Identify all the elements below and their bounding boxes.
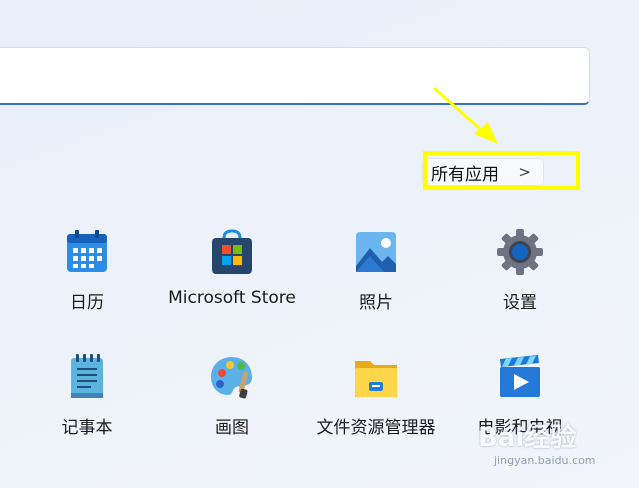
app-label: Microsoft Store [168,288,296,308]
baidu-jingyan-watermark: Bai经验 jingyan.baidu.com [478,417,596,467]
video-play-icon [500,355,540,397]
highlight-box [423,151,580,190]
notepad-icon [71,354,103,398]
paint-palette-icon [211,357,252,399]
photos-icon [356,232,396,272]
annotation-arrow-icon [433,86,498,144]
watermark-url: jingyan.baidu.com [494,454,596,467]
app-label: 画图 [215,418,249,438]
app-label: 日历 [70,293,104,313]
store-icon [212,229,252,274]
app-settings[interactable]: 设置 [445,228,595,313]
app-label: 设置 [503,293,537,313]
app-label: 照片 [359,293,393,313]
app-notepad[interactable]: 记事本 [12,353,162,438]
app-photos[interactable]: 照片 [301,228,451,313]
app-label: 记事本 [61,418,113,438]
app-paint[interactable]: 画图 [157,353,307,438]
app-calendar[interactable]: 日历 [12,228,162,313]
app-file-explorer[interactable]: 文件资源管理器 [301,353,451,438]
watermark-brand: Bai经验 [478,423,577,453]
calendar-icon [67,230,107,272]
app-label: 文件资源管理器 [316,418,436,438]
folder-icon [355,361,397,397]
app-microsoft-store[interactable]: Microsoft Store [157,228,307,308]
settings-gear-icon [497,229,543,275]
